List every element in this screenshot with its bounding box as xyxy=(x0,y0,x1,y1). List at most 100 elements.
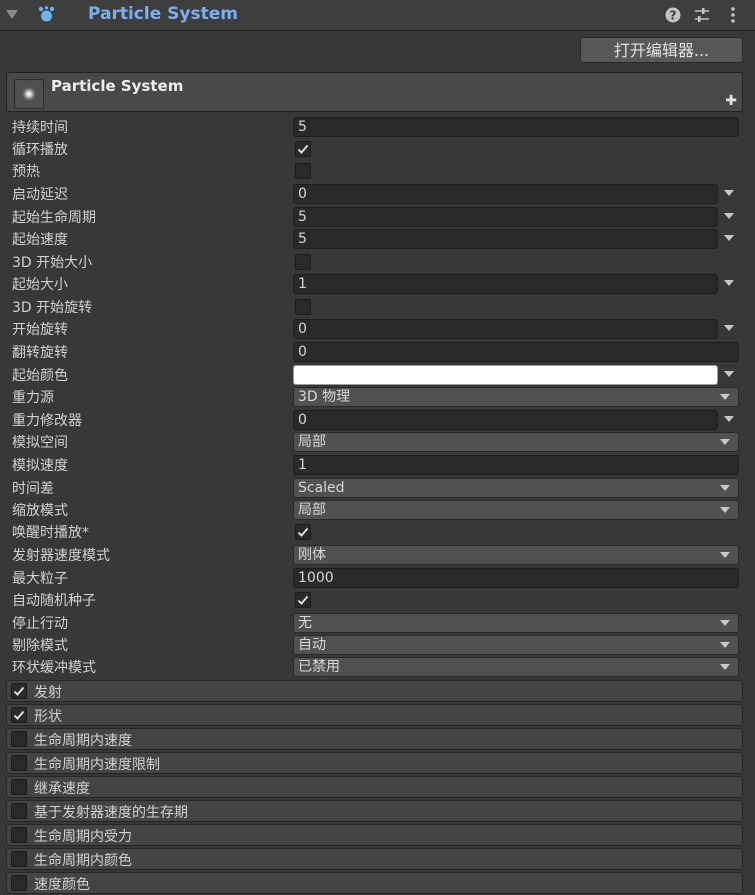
component-title: Particle System xyxy=(88,4,238,24)
culling-mode-label: 剔除模式 xyxy=(12,638,68,654)
flip-rotation-label: 翻转旋转 xyxy=(12,345,68,361)
start-speed-mode-arrow-icon[interactable] xyxy=(724,235,734,241)
max-particles-field[interactable]: 1000 xyxy=(293,568,739,588)
open-editor-button[interactable]: 打开编辑器... xyxy=(580,37,743,63)
module-label: 生命周期内受力 xyxy=(34,829,132,845)
module-enable-checkbox[interactable] xyxy=(11,803,27,819)
module-enable-checkbox[interactable] xyxy=(11,875,27,891)
start-delay-field[interactable]: 0 xyxy=(293,184,718,204)
module-label: 速度颜色 xyxy=(34,877,90,893)
simulation-space-dropdown[interactable]: 局部 xyxy=(293,432,739,452)
main-module-title: Particle System xyxy=(51,77,184,95)
simulation-speed-label: 模拟速度 xyxy=(12,458,68,474)
module-emission[interactable]: 发射 xyxy=(6,680,743,702)
dropdown-arrow-icon xyxy=(720,394,730,400)
culling-mode-value: 自动 xyxy=(298,637,326,653)
plus-icon[interactable]: ✚ xyxy=(725,94,737,108)
start-rotation-3d-checkbox[interactable] xyxy=(295,299,311,315)
ring-buffer-mode-dropdown[interactable]: 已禁用 xyxy=(293,657,739,677)
start-lifetime-mode-arrow-icon[interactable] xyxy=(724,213,734,219)
preset-icon[interactable] xyxy=(693,6,711,24)
flip-rotation-field[interactable]: 0 xyxy=(293,342,739,362)
prewarm-label: 预热 xyxy=(12,164,40,180)
gravity-source-dropdown[interactable]: 3D 物理 xyxy=(293,387,739,407)
ring-buffer-mode-label: 环状缓冲模式 xyxy=(12,660,96,676)
module-enable-checkbox[interactable] xyxy=(11,851,27,867)
gravity-modifier-field[interactable]: 0 xyxy=(293,410,718,430)
looping-checkbox[interactable] xyxy=(295,141,311,157)
start-rotation-field[interactable]: 0 xyxy=(293,319,718,339)
module-lifetime-by-emitter-speed[interactable]: 基于发射器速度的生存期 xyxy=(6,800,743,822)
duration-field[interactable]: 5 xyxy=(293,117,739,137)
kebab-menu-icon[interactable] xyxy=(724,6,742,24)
duration-label: 持续时间 xyxy=(12,120,68,136)
row-flip-rotation: 翻转旋转 0 xyxy=(12,341,739,363)
row-start-color: 起始颜色 xyxy=(12,364,739,386)
row-prewarm: 预热 xyxy=(12,160,739,182)
row-start-size-3d: 3D 开始大小 xyxy=(12,251,739,273)
simulation-speed-field[interactable]: 1 xyxy=(293,455,739,475)
scaling-mode-dropdown[interactable]: 局部 xyxy=(293,500,739,520)
stop-action-label: 停止行动 xyxy=(12,616,68,632)
auto-random-seed-checkbox[interactable] xyxy=(295,592,311,608)
start-rotation-mode-arrow-icon[interactable] xyxy=(724,325,734,331)
foldout-arrow-icon[interactable] xyxy=(6,10,18,19)
start-speed-field[interactable]: 5 xyxy=(293,229,718,249)
gravity-source-label: 重力源 xyxy=(12,390,54,406)
module-enable-checkbox[interactable] xyxy=(11,827,27,843)
start-color-swatch[interactable] xyxy=(293,365,718,385)
row-delta-time: 时间差 Scaled xyxy=(12,477,739,499)
start-size-field[interactable]: 1 xyxy=(293,274,718,294)
simulation-space-label: 模拟空间 xyxy=(12,435,68,451)
row-duration: 持续时间 5 xyxy=(12,116,739,138)
scaling-mode-label: 缩放模式 xyxy=(12,503,68,519)
play-on-awake-label: 唤醒时播放* xyxy=(12,525,89,541)
main-module-header[interactable]: Particle System ✚ xyxy=(6,72,743,112)
start-size-3d-checkbox[interactable] xyxy=(295,254,311,270)
gravity-source-value: 3D 物理 xyxy=(298,389,351,405)
start-delay-mode-arrow-icon[interactable] xyxy=(724,190,734,196)
row-ring-buffer-mode: 环状缓冲模式 已禁用 xyxy=(12,656,739,678)
start-color-label: 起始颜色 xyxy=(12,368,68,384)
module-label: 发射 xyxy=(34,685,62,701)
delta-time-label: 时间差 xyxy=(12,481,54,497)
module-label: 生命周期内速度 xyxy=(34,733,132,749)
module-enable-checkbox[interactable] xyxy=(11,707,27,723)
dropdown-arrow-icon xyxy=(720,664,730,670)
module-color-over-lifetime[interactable]: 生命周期内颜色 xyxy=(6,848,743,870)
delta-time-dropdown[interactable]: Scaled xyxy=(293,478,739,498)
module-enable-checkbox[interactable] xyxy=(11,755,27,771)
start-size-mode-arrow-icon[interactable] xyxy=(724,280,734,286)
module-enable-checkbox[interactable] xyxy=(11,731,27,747)
looping-label: 循环播放 xyxy=(12,142,68,158)
stop-action-value: 无 xyxy=(298,615,312,631)
row-simulation-speed: 模拟速度 1 xyxy=(12,454,739,476)
help-icon[interactable]: ? xyxy=(664,6,682,24)
start-lifetime-field[interactable]: 5 xyxy=(293,207,718,227)
scaling-mode-value: 局部 xyxy=(298,502,326,518)
stop-action-dropdown[interactable]: 无 xyxy=(293,613,739,633)
row-gravity-source: 重力源 3D 物理 xyxy=(12,386,739,408)
start-rotation-label: 开始旋转 xyxy=(12,322,68,338)
play-on-awake-checkbox[interactable] xyxy=(295,524,311,540)
module-force-over-lifetime[interactable]: 生命周期内受力 xyxy=(6,824,743,846)
module-limit-velocity-over-lifetime[interactable]: 生命周期内速度限制 xyxy=(6,752,743,774)
module-label: 生命周期内速度限制 xyxy=(34,757,160,773)
checkmark-icon xyxy=(13,710,25,720)
simulation-space-value: 局部 xyxy=(298,434,326,450)
emitter-velocity-mode-dropdown[interactable]: 刚体 xyxy=(293,545,739,565)
module-shape[interactable]: 形状 xyxy=(6,704,743,726)
start-color-mode-arrow-icon[interactable] xyxy=(724,371,734,377)
gravity-modifier-label: 重力修改器 xyxy=(12,413,82,429)
checkmark-icon xyxy=(297,527,309,537)
gravity-modifier-mode-arrow-icon[interactable] xyxy=(724,416,734,422)
module-enable-checkbox[interactable] xyxy=(11,683,27,699)
row-looping: 循环播放 xyxy=(12,138,739,160)
module-enable-checkbox[interactable] xyxy=(11,779,27,795)
row-start-delay: 启动延迟 0 xyxy=(12,183,739,205)
module-inherit-velocity[interactable]: 继承速度 xyxy=(6,776,743,798)
prewarm-checkbox[interactable] xyxy=(295,163,311,179)
module-velocity-over-lifetime[interactable]: 生命周期内速度 xyxy=(6,728,743,750)
module-color-by-speed[interactable]: 速度颜色 xyxy=(6,872,743,894)
culling-mode-dropdown[interactable]: 自动 xyxy=(293,635,739,655)
